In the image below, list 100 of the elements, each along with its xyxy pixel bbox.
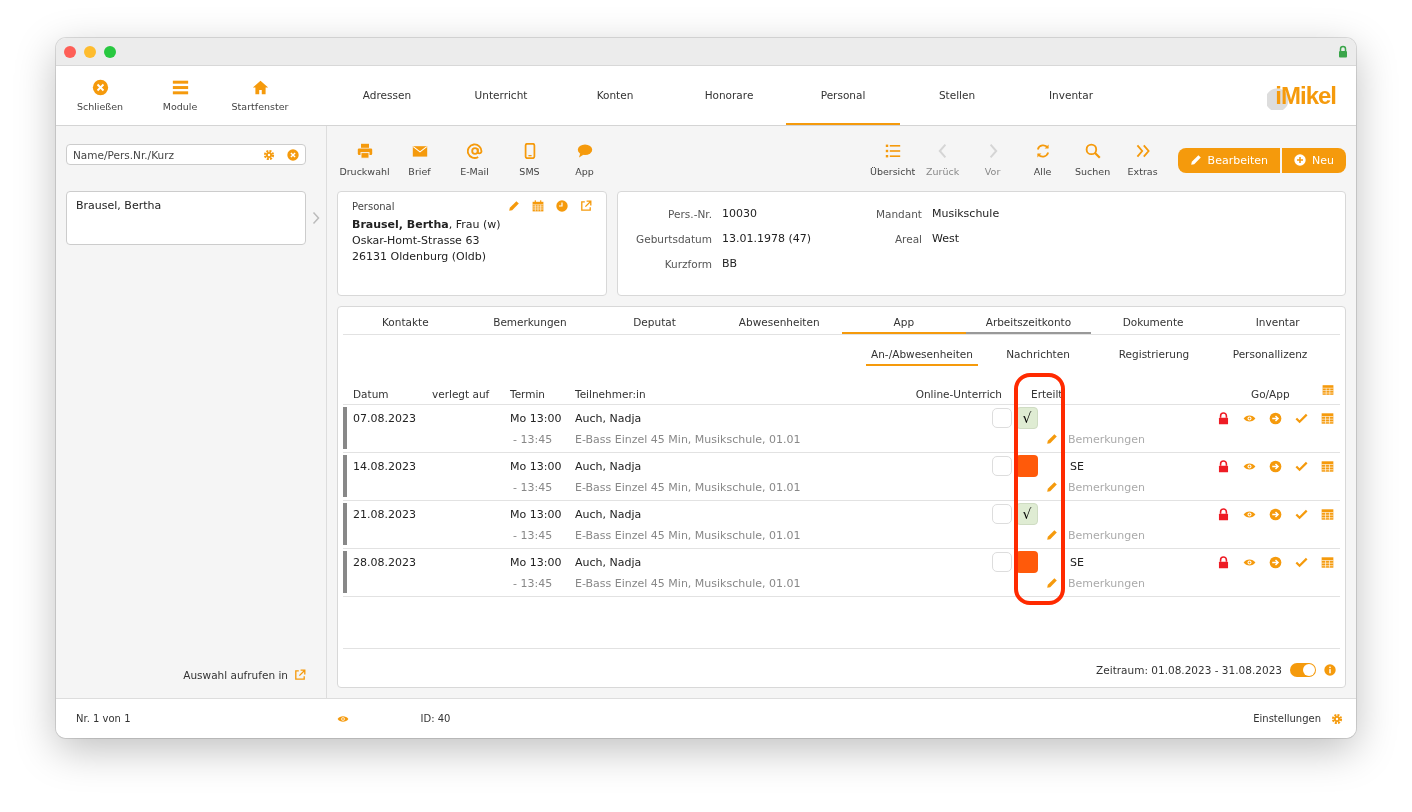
printer-icon <box>356 143 373 159</box>
arrow-circle-icon[interactable] <box>1269 555 1282 569</box>
calendar-icon[interactable] <box>532 200 544 212</box>
sub-tab[interactable]: Personallizenz <box>1214 344 1326 366</box>
clock-icon[interactable] <box>556 200 568 212</box>
lock-icon[interactable] <box>1217 555 1230 569</box>
participant-cell-text: Auch, Nadja <box>575 411 643 425</box>
toolbar-button[interactable]: Brief <box>392 143 447 177</box>
pencil-icon[interactable] <box>1046 529 1058 541</box>
minimize-button[interactable] <box>84 45 96 58</box>
nav-tab[interactable]: Honorare <box>672 66 786 125</box>
toolbar-button[interactable]: Druckwahl <box>337 143 392 177</box>
table-icon[interactable] <box>1321 507 1334 521</box>
nav-tab[interactable]: Unterricht <box>444 66 558 125</box>
online-checkbox[interactable] <box>992 552 1012 572</box>
online-checkbox[interactable] <box>992 504 1012 524</box>
toolbar-button[interactable]: Schließen <box>60 66 140 125</box>
checkmark-icon[interactable] <box>1295 555 1308 569</box>
pencil-icon[interactable] <box>1046 577 1058 589</box>
online-checkbox[interactable] <box>992 456 1012 476</box>
arrow-circle-icon[interactable] <box>1269 459 1282 473</box>
table-icon[interactable] <box>1321 555 1334 569</box>
detail-tab[interactable]: Inventar <box>1215 312 1340 334</box>
checkmark-icon[interactable] <box>1295 459 1308 473</box>
toolbar-button[interactable]: Übersicht <box>867 143 918 177</box>
close-window-button[interactable] <box>64 45 76 58</box>
nav-tab[interactable]: Adressen <box>330 66 444 125</box>
open-selection-link[interactable]: Auswahl aufrufen in <box>183 669 288 681</box>
toolbar-button[interactable]: Alle <box>1017 143 1068 177</box>
remark-field[interactable]: Bemerkungen <box>1068 480 1178 494</box>
clear-icon[interactable] <box>287 148 299 161</box>
detail-tab[interactable]: Arbeitszeitkonto <box>966 312 1091 334</box>
time-cell-text: - 13:45 <box>512 528 554 542</box>
sub-tab[interactable]: Nachrichten <box>982 344 1094 366</box>
field-label: Kurzform <box>663 257 712 270</box>
table-icon[interactable] <box>1321 411 1334 425</box>
remark-field[interactable]: Bemerkungen <box>1068 528 1178 542</box>
field-value: Musikschule <box>932 206 1001 221</box>
nav-tab[interactable]: Inventar <box>1014 66 1128 125</box>
address-line: Brausel, Bertha, Frau (w) <box>352 217 502 233</box>
toolbar-button[interactable]: E-Mail <box>447 143 502 177</box>
lock-icon[interactable] <box>1217 507 1230 521</box>
zoom-button[interactable] <box>104 45 116 58</box>
online-checkbox[interactable] <box>992 408 1012 428</box>
toolbar-button[interactable]: App <box>557 143 612 177</box>
given-checkbox[interactable] <box>1016 551 1038 573</box>
list-item[interactable]: Brausel, Bertha <box>76 199 296 212</box>
lock-icon[interactable] <box>1217 411 1230 425</box>
participant-cell-text: Auch, Nadja <box>575 507 643 521</box>
detail-tab[interactable]: App <box>841 312 967 334</box>
search-bar[interactable]: Name/Pers.Nr./Kurz <box>66 144 306 165</box>
speech-bubble-icon <box>576 143 593 159</box>
pencil-icon[interactable] <box>1046 481 1058 493</box>
pencil-icon[interactable] <box>1046 433 1058 445</box>
remark-field[interactable]: Bemerkungen <box>1068 432 1178 446</box>
settings-icon[interactable] <box>1331 712 1343 725</box>
given-checkbox[interactable]: √ <box>1016 503 1038 525</box>
date-cell-text: 21.08.2023 <box>353 507 417 521</box>
lock-icon[interactable] <box>1217 459 1230 473</box>
detail-tab[interactable]: Bemerkungen <box>467 312 593 334</box>
detail-tab[interactable]: Deputat <box>592 312 717 334</box>
detail-tab[interactable]: Dokumente <box>1090 312 1216 334</box>
period-toggle[interactable] <box>1290 663 1316 677</box>
toolbar-button[interactable]: SMS <box>502 143 557 177</box>
given-checkbox[interactable]: √ <box>1016 407 1038 429</box>
field-value: West <box>932 231 961 246</box>
arrow-circle-icon[interactable] <box>1269 411 1282 425</box>
search-field[interactable]: Name/Pers.Nr./Kurz <box>73 148 251 161</box>
table-icon[interactable] <box>1322 384 1334 396</box>
toolbar-button[interactable]: Extras <box>1117 143 1168 177</box>
checkmark-icon[interactable] <box>1295 411 1308 425</box>
chevron-icon[interactable] <box>312 211 320 225</box>
nav-tab[interactable]: Konten <box>558 66 672 125</box>
settings-button[interactable]: Einstellungen <box>1253 713 1321 724</box>
remark-field[interactable]: Bemerkungen <box>1068 576 1178 590</box>
at-sign-icon <box>466 143 483 159</box>
external-link-icon[interactable] <box>294 669 306 681</box>
toolbar-button[interactable]: Module <box>140 66 220 125</box>
table-icon[interactable] <box>1321 459 1334 473</box>
info-icon[interactable] <box>1324 664 1336 676</box>
course-cell-text: E-Bass Einzel 45 Min, Musikschule, 01.01 <box>575 480 802 494</box>
home-icon <box>251 79 269 96</box>
detail-tab[interactable]: Abwesenheiten <box>716 312 842 334</box>
detail-tab[interactable]: Kontakte <box>343 312 468 334</box>
lock-icon <box>1338 45 1348 58</box>
search-icon <box>1084 143 1101 159</box>
refresh-icon <box>1034 143 1051 159</box>
toolbar-button[interactable]: Startfenster <box>220 66 300 125</box>
address-line: Oskar-Homt-Strasse 63 <box>352 233 481 249</box>
given-checkbox[interactable] <box>1016 455 1038 477</box>
sub-tab[interactable]: An-/Abwesenheiten <box>866 344 978 366</box>
pencil-icon[interactable] <box>508 200 520 212</box>
time-cell-text: Mo 13:00 <box>510 507 563 521</box>
arrow-circle-icon[interactable] <box>1269 507 1282 521</box>
nav-tab[interactable]: Stellen <box>900 66 1014 125</box>
external-link-icon[interactable] <box>580 200 592 212</box>
settings-icon[interactable] <box>263 148 275 161</box>
toolbar-button[interactable]: Suchen <box>1067 143 1118 177</box>
sub-tab[interactable]: Registrierung <box>1098 344 1210 366</box>
checkmark-icon[interactable] <box>1295 507 1308 521</box>
